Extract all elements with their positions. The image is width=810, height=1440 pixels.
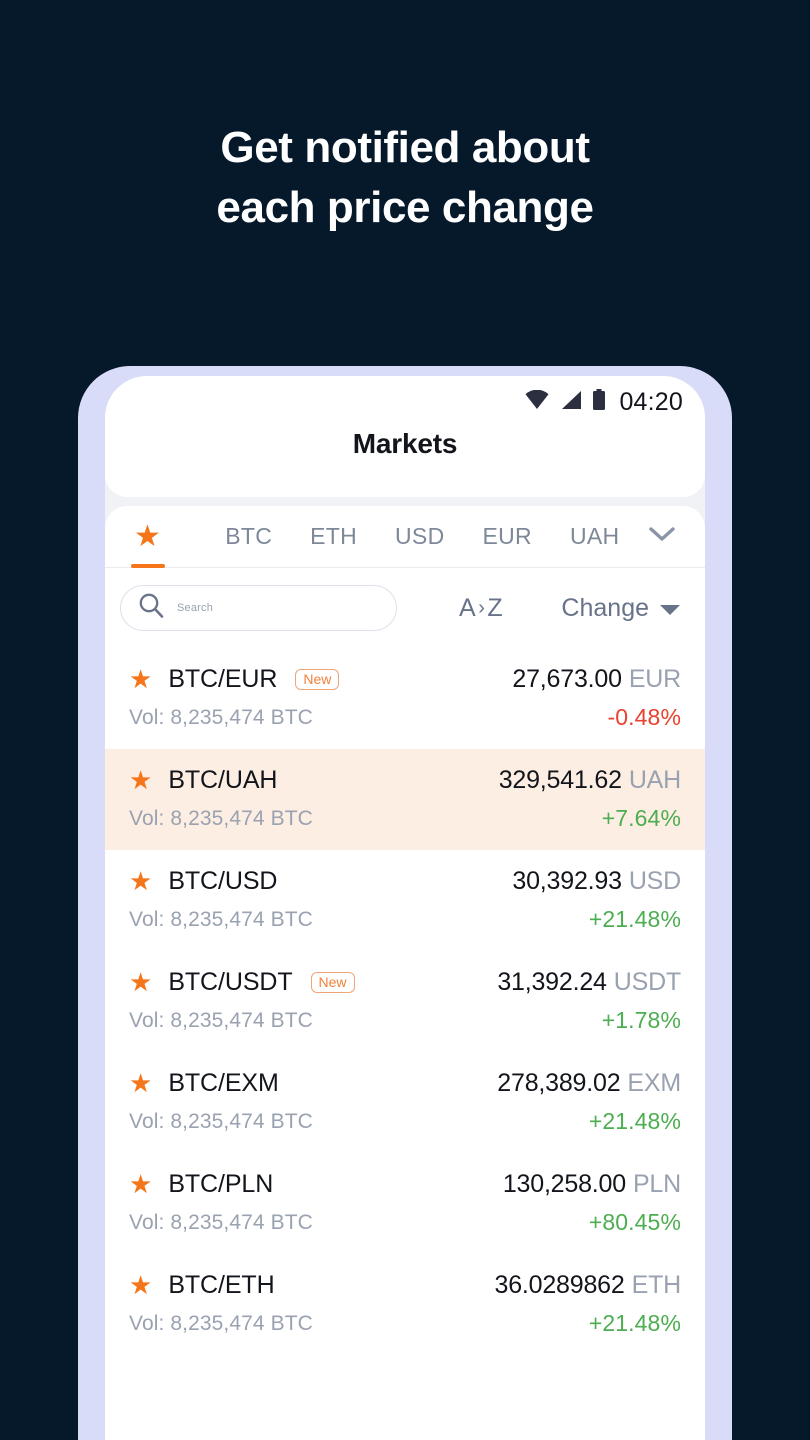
change-percent: +7.64%	[601, 805, 681, 831]
favorite-star-icon[interactable]: ★	[129, 969, 152, 995]
chevron-right-icon: ›	[478, 596, 486, 619]
change-percent: +21.48%	[588, 1108, 681, 1134]
pair-name: BTC/USD	[168, 867, 278, 895]
favorite-star-icon[interactable]: ★	[129, 666, 152, 692]
volume-text: Vol: 8,235,474 BTC	[129, 1008, 313, 1032]
change-percent: +21.48%	[588, 1310, 681, 1336]
price-currency: PLN	[632, 1170, 681, 1198]
favorite-star-icon[interactable]: ★	[129, 767, 152, 793]
table-row[interactable]: ★ BTC/PLN 130,258.00 PLN Vol: 8,235,474 …	[105, 1153, 705, 1254]
volume-text: Vol: 8,235,474 BTC	[129, 705, 313, 729]
pair-name: BTC/UAH	[168, 766, 278, 794]
sort-alpha-from: A	[459, 593, 477, 622]
table-row[interactable]: ★ BTC/USDT New 31,392.24 USDT Vol: 8,235…	[105, 951, 705, 1052]
tab-eur[interactable]: EUR	[479, 506, 534, 568]
tab-uah[interactable]: UAH	[567, 506, 622, 568]
phone-screen: 04:20 Markets ★ BTC ETH USD EUR UAH Sear…	[105, 376, 705, 1440]
table-row[interactable]: ★ BTC/UAH 329,541.62 UAH Vol: 8,235,474 …	[105, 749, 705, 850]
change-percent: -0.48%	[607, 704, 681, 730]
controls-row: Search A › Z Change	[105, 568, 705, 648]
change-percent: +80.45%	[588, 1209, 681, 1235]
price-currency: ETH	[631, 1271, 682, 1299]
pair-name: BTC/ETH	[168, 1271, 275, 1299]
market-list: ★ BTC/EUR New 27,673.00 EUR Vol: 8,235,4…	[105, 648, 705, 1355]
change-percent: +21.48%	[588, 906, 681, 932]
favorite-star-icon[interactable]: ★	[129, 1070, 152, 1096]
table-row[interactable]: ★ BTC/EXM 278,389.02 EXM Vol: 8,235,474 …	[105, 1052, 705, 1153]
new-badge: New	[310, 972, 355, 993]
table-row[interactable]: ★ BTC/ETH 36.0289862 ETH Vol: 8,235,474 …	[105, 1254, 705, 1355]
pair-name: BTC/PLN	[168, 1170, 274, 1198]
sort-alpha-to: Z	[487, 593, 504, 622]
price-value: 329,541.62	[498, 766, 622, 794]
signal-icon	[559, 390, 583, 415]
app-header: Markets	[105, 422, 705, 497]
price-currency: EUR	[628, 665, 681, 693]
wifi-icon	[524, 389, 550, 415]
price-value: 36.0289862	[494, 1271, 625, 1299]
price-currency: EXM	[627, 1069, 681, 1097]
favorite-star-icon[interactable]: ★	[129, 868, 152, 894]
table-row[interactable]: ★ BTC/USD 30,392.93 USD Vol: 8,235,474 B…	[105, 850, 705, 951]
sort-alphabetical-button[interactable]: A › Z	[459, 594, 503, 623]
volume-text: Vol: 8,235,474 BTC	[129, 806, 313, 830]
volume-text: Vol: 8,235,474 BTC	[129, 907, 313, 931]
tab-favorites[interactable]: ★	[131, 506, 164, 568]
content-card: ★ BTC ETH USD EUR UAH Search A › Z Chang…	[105, 506, 705, 1440]
pair-name: BTC/USDT	[168, 968, 293, 996]
price-value: 278,389.02	[497, 1069, 621, 1097]
price-currency: UAH	[628, 766, 681, 794]
promo-headline-line-2: each price change	[216, 183, 594, 232]
sort-change-button[interactable]: Change	[561, 594, 681, 623]
currency-tab-bar: ★ BTC ETH USD EUR UAH	[105, 506, 705, 568]
volume-text: Vol: 8,235,474 BTC	[129, 1210, 313, 1234]
pair-name: BTC/EUR	[168, 665, 278, 693]
tab-btc[interactable]: BTC	[222, 506, 275, 568]
search-input[interactable]: Search	[120, 585, 397, 631]
battery-icon	[592, 388, 606, 416]
table-row[interactable]: ★ BTC/EUR New 27,673.00 EUR Vol: 8,235,4…	[105, 648, 705, 749]
search-icon	[138, 592, 165, 624]
pair-name: BTC/EXM	[168, 1069, 279, 1097]
tabs-expand-button[interactable]	[647, 525, 685, 548]
price-value: 30,392.93	[512, 867, 622, 895]
tab-eth[interactable]: ETH	[307, 506, 360, 568]
price-currency: USD	[628, 867, 681, 895]
chevron-down-icon	[647, 525, 677, 548]
phone-frame: 04:20 Markets ★ BTC ETH USD EUR UAH Sear…	[78, 366, 732, 1440]
favorite-star-icon[interactable]: ★	[129, 1272, 152, 1298]
price-value: 130,258.00	[502, 1170, 626, 1198]
price-currency: USDT	[613, 968, 681, 996]
favorite-star-icon[interactable]: ★	[129, 1171, 152, 1197]
promo-headline: Get notified about each price change	[0, 118, 810, 238]
tab-usd[interactable]: USD	[392, 506, 447, 568]
price-value: 31,392.24	[497, 968, 607, 996]
sort-change-label: Change	[561, 593, 649, 622]
promo-headline-line-1: Get notified about	[220, 123, 590, 172]
caret-down-icon	[659, 594, 681, 623]
status-bar: 04:20	[105, 376, 705, 422]
page-title: Markets	[352, 428, 458, 459]
new-badge: New	[295, 669, 340, 690]
change-percent: +1.78%	[601, 1007, 681, 1033]
search-placeholder: Search	[177, 602, 214, 614]
price-value: 27,673.00	[512, 665, 622, 693]
star-icon: ★	[134, 519, 162, 553]
volume-text: Vol: 8,235,474 BTC	[129, 1311, 313, 1335]
status-time: 04:20	[619, 387, 683, 416]
volume-text: Vol: 8,235,474 BTC	[129, 1109, 313, 1133]
